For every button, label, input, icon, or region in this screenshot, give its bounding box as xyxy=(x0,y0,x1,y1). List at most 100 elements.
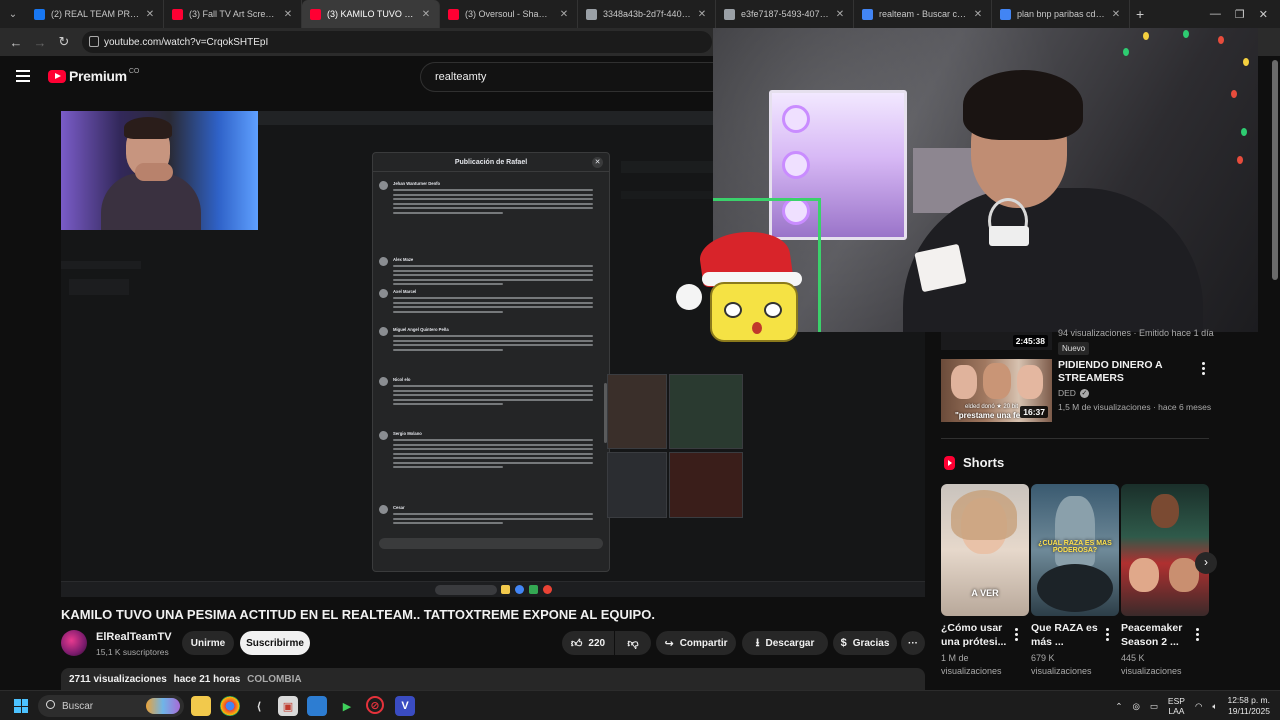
tab-close-icon[interactable]: ✕ xyxy=(835,9,845,20)
tab-favicon-icon xyxy=(34,8,45,20)
tab-close-icon[interactable]: ✕ xyxy=(283,9,293,20)
thumbs-down-icon: 👎︎ xyxy=(627,637,639,650)
short-more-icon[interactable] xyxy=(1106,628,1110,643)
bg-thumb xyxy=(669,374,743,449)
reload-icon[interactable]: ↻ xyxy=(52,34,76,50)
section-divider xyxy=(941,438,1209,439)
minimize-icon[interactable]: — xyxy=(1210,8,1221,20)
volume-icon[interactable]: 🔈︎ xyxy=(1212,701,1217,712)
browser-tab[interactable]: (3) KAMILO TUVO UNA PE ✕ xyxy=(302,0,440,28)
close-window-icon[interactable]: ✕ xyxy=(1259,8,1268,21)
site-info-icon[interactable] xyxy=(89,36,99,47)
network-icon[interactable]: ▭ xyxy=(1150,701,1158,712)
recommended-video-thumbnail[interactable]: elded donó ★ 20 bit "prestame una fe 16:… xyxy=(941,359,1052,422)
recommended-video-title[interactable]: PIDIENDO DINERO A STREAMERS xyxy=(1058,359,1188,385)
browser-tab[interactable]: plan bnp paribas cdf - Bu ✕ xyxy=(992,0,1130,28)
tray-overflow-chevron-icon[interactable]: ⌃ xyxy=(1115,701,1122,712)
tab-close-icon[interactable]: ✕ xyxy=(697,9,707,20)
forward-arrow-icon[interactable]: → xyxy=(28,35,52,50)
tab-close-icon[interactable]: ✕ xyxy=(1111,9,1121,20)
embedded-chrome-icon xyxy=(515,585,524,594)
app-icon[interactable]: ⊘ xyxy=(366,696,384,714)
comment-text-line xyxy=(393,278,593,281)
keyboard-layout: LAA xyxy=(1168,706,1185,716)
browser-tab[interactable]: (2) REAL TEAM PRRASI | F ✕ xyxy=(26,0,164,28)
comment-text-line xyxy=(393,403,503,405)
shorts-next-arrow-icon[interactable]: › xyxy=(1195,552,1217,574)
thumb-caption: "prestame una fe xyxy=(955,411,1021,420)
tab-search-chevron-icon[interactable]: ⌄ xyxy=(0,0,26,28)
download-button[interactable]: ⭳ Descargar xyxy=(742,631,828,655)
short-more-icon[interactable] xyxy=(1015,628,1019,643)
menu-hamburger-icon[interactable] xyxy=(16,70,30,85)
tab-favicon-icon xyxy=(172,8,183,20)
comment-text-line xyxy=(393,265,593,267)
file-explorer-icon[interactable] xyxy=(191,696,211,716)
browser-tab-strip: ⌄ (2) REAL TEAM PRRASI | F✕(3) Fall TV A… xyxy=(0,0,1280,28)
video-duration: 2:45:38 xyxy=(1012,335,1048,347)
thumb-caption-small: elded donó ★ 20 bit xyxy=(965,404,1019,410)
wifi-icon[interactable]: ◠ xyxy=(1195,701,1202,712)
thanks-button[interactable]: $ Gracias xyxy=(833,631,897,655)
windows-start-icon[interactable] xyxy=(14,699,28,713)
more-options-icon[interactable] xyxy=(1202,362,1206,377)
taskbar-search[interactable]: Buscar xyxy=(38,695,184,717)
tab-favicon-icon xyxy=(310,8,321,20)
short-title[interactable]: Que RAZA es más ... xyxy=(1031,621,1103,649)
vegas-icon[interactable]: V xyxy=(395,696,415,716)
address-bar[interactable]: youtube.com/watch?v=CrqokSHTEpI xyxy=(82,31,712,53)
christmas-mascot-overlay xyxy=(676,225,806,342)
chrome-icon[interactable] xyxy=(220,696,240,716)
comment-text-line xyxy=(393,452,593,455)
super-thanks-icon: $ xyxy=(840,637,847,649)
short-more-icon[interactable] xyxy=(1196,628,1200,643)
system-clock[interactable]: 12:58 p. m. 19/11/2025 xyxy=(1227,695,1270,717)
maximize-icon[interactable]: ❐ xyxy=(1235,8,1245,21)
channel-name[interactable]: ElRealTeamTV xyxy=(96,631,172,643)
hashtag-link[interactable]: COLOMBIA xyxy=(247,674,301,685)
tab-title: plan bnp paribas cdf - Bu xyxy=(1017,9,1107,19)
tab-close-icon[interactable]: ✕ xyxy=(145,9,155,20)
calculator-icon[interactable] xyxy=(307,696,327,716)
description-box[interactable]: 2711 visualizaciones hace 21 horas COLOM… xyxy=(61,668,925,690)
share-button[interactable]: ↪ Compartir xyxy=(656,631,736,655)
tray-app-icon[interactable]: ◎ xyxy=(1132,701,1139,712)
back-arrow-icon[interactable]: ← xyxy=(4,35,28,50)
browser-tab[interactable]: realteam - Buscar con Go ✕ xyxy=(854,0,992,28)
browser-tab[interactable]: (3) Oversoul - Shaman Ki ✕ xyxy=(440,0,578,28)
short-thumbnail[interactable] xyxy=(1121,484,1209,616)
dislike-button[interactable]: 👎︎ xyxy=(615,631,651,655)
short-views: 1 M de visualizaciones xyxy=(941,653,1002,676)
search-input[interactable]: realteamty xyxy=(420,62,720,92)
recommended-channel[interactable]: DED ✓ xyxy=(1058,388,1089,398)
comment-text-line xyxy=(393,301,593,304)
browser-tab[interactable]: 3348a43b-2d7f-440a-91b ✕ xyxy=(578,0,716,28)
join-button[interactable]: Unirme xyxy=(182,631,234,655)
window-controls: — ❐ ✕ xyxy=(1210,0,1280,28)
browser-tab[interactable]: (3) Fall TV Art Screensaver ✕ xyxy=(164,0,302,28)
like-button[interactable]: 👍︎ 220 xyxy=(562,631,614,655)
download-label: Descargar xyxy=(765,637,815,649)
youtube-premium-logo[interactable]: Premium CO xyxy=(48,68,139,84)
capcut-icon[interactable]: ⟨ xyxy=(249,696,269,716)
short-title[interactable]: Peacemaker Season 2 ... xyxy=(1121,621,1193,649)
tab-close-icon[interactable]: ✕ xyxy=(421,9,431,20)
more-actions-button[interactable]: ··· xyxy=(901,631,925,655)
short-thumbnail[interactable]: ¿CUAL RAZA ES MAS PODEROSA? xyxy=(1031,484,1119,616)
embedded-folder-icon xyxy=(501,585,510,594)
tab-close-icon[interactable]: ✕ xyxy=(559,9,569,20)
search-highlight-icon xyxy=(146,698,180,714)
short-title[interactable]: ¿Cómo usar una prótesi... xyxy=(941,621,1011,649)
subscribe-button[interactable]: Suscribirme xyxy=(240,631,310,655)
new-tab-plus-icon[interactable]: + xyxy=(1136,6,1144,22)
short-thumbnail[interactable]: A VER xyxy=(941,484,1029,616)
previous-video-thumbnail[interactable]: 2:45:38 xyxy=(941,332,1052,350)
tab-close-icon[interactable]: ✕ xyxy=(973,9,983,20)
channel-avatar[interactable] xyxy=(61,630,87,656)
browser-tab[interactable]: e3fe7187-5493-4079-a6e ✕ xyxy=(716,0,854,28)
language-indicator[interactable]: ESP LAA xyxy=(1168,696,1185,716)
app-icon[interactable]: ▣ xyxy=(278,696,298,716)
page-scrollbar[interactable] xyxy=(1272,60,1278,280)
background-thumbnails xyxy=(607,374,747,519)
media-player-icon[interactable]: ▶ xyxy=(337,696,357,716)
